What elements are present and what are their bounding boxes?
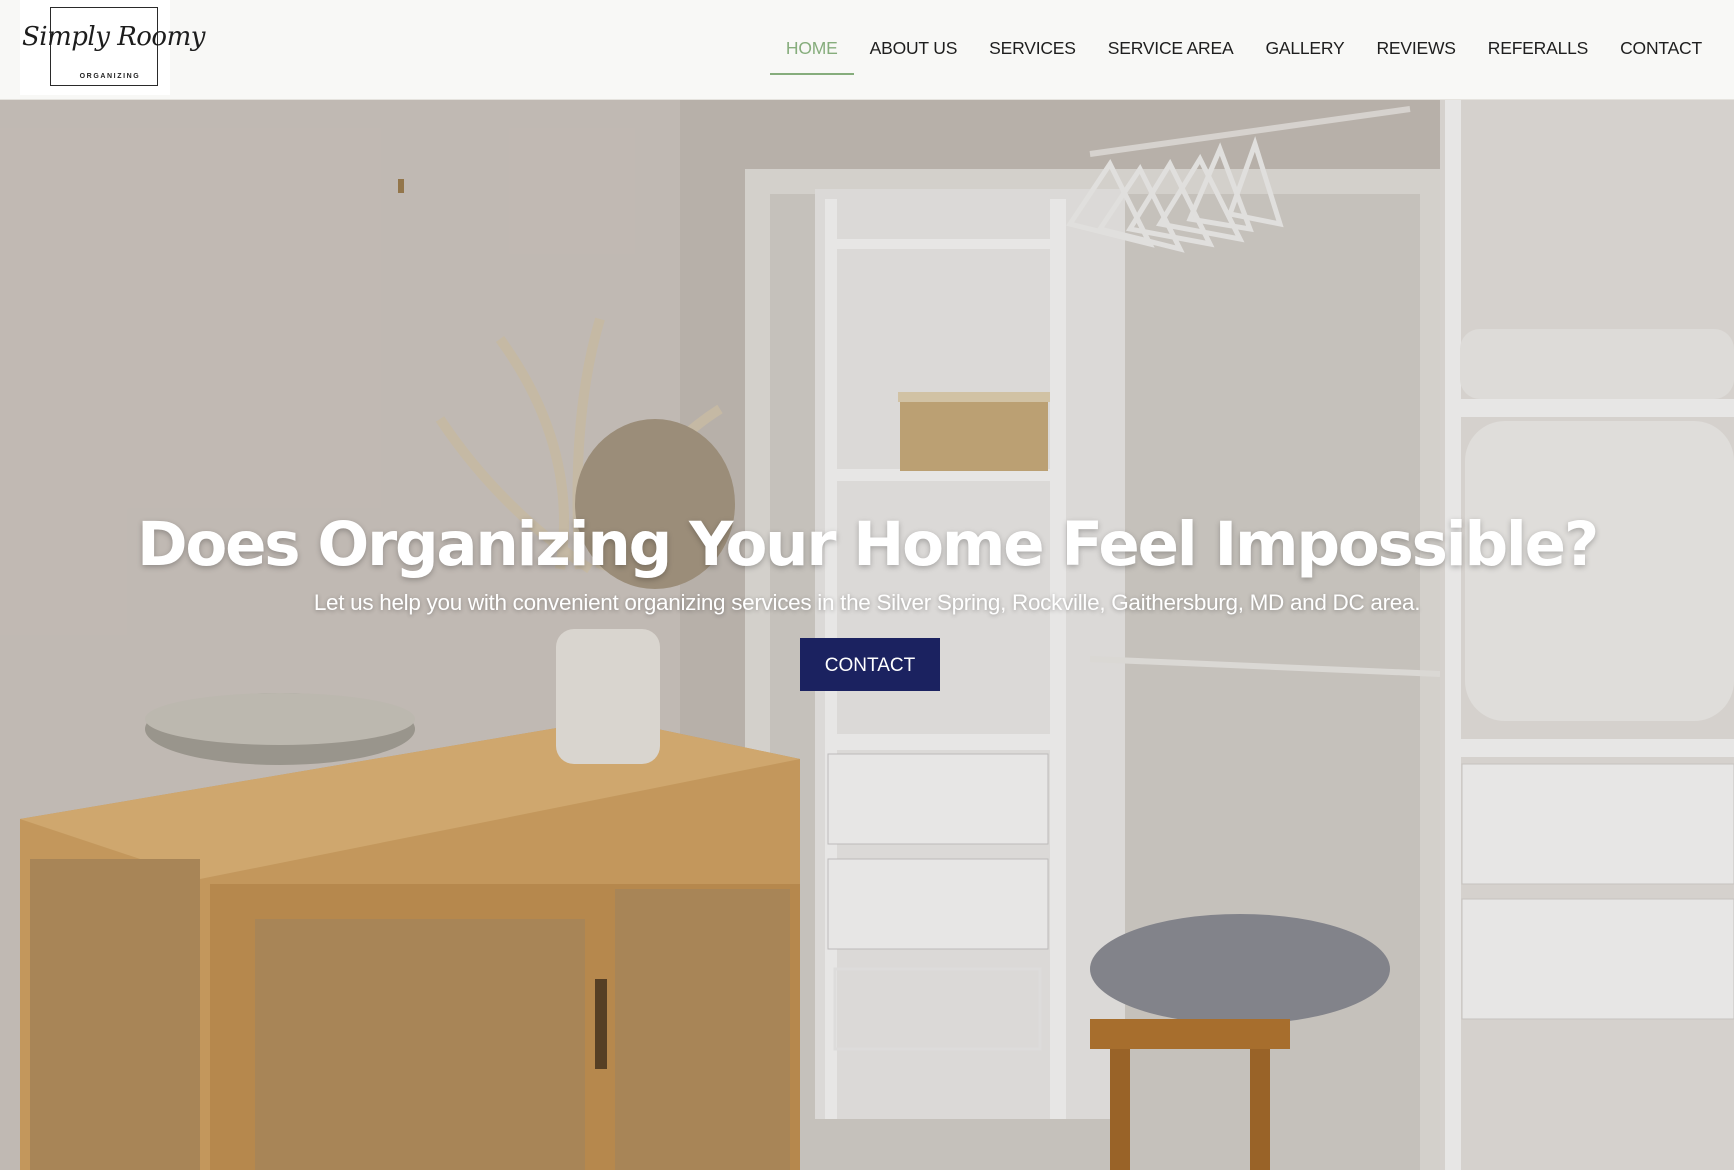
- site-logo[interactable]: Simply Roomy ORGANIZING: [20, 0, 205, 95]
- site-header: Simply Roomy ORGANIZING HOME ABOUT US SE…: [0, 0, 1734, 100]
- nav-item-services[interactable]: SERVICES: [973, 0, 1092, 99]
- hero-section: Does Organizing Your Home Feel Impossibl…: [0, 99, 1734, 1170]
- hero-subtitle: Let us help you with convenient organizi…: [313, 590, 1421, 615]
- nav-item-referalls[interactable]: REFERALLS: [1472, 0, 1604, 99]
- logo-sub-text: ORGANIZING: [75, 73, 145, 80]
- main-nav: HOME ABOUT US SERVICES SERVICE AREA GALL…: [769, 0, 1718, 99]
- nav-item-about-us[interactable]: ABOUT US: [854, 0, 974, 99]
- nav-item-gallery[interactable]: GALLERY: [1249, 0, 1360, 99]
- nav-item-reviews[interactable]: REVIEWS: [1360, 0, 1471, 99]
- hero-overlay: [0, 99, 1734, 1170]
- hero-title: Does Organizing Your Home Feel Impossibl…: [136, 509, 1599, 580]
- logo-script-text: Simply Roomy: [22, 22, 205, 52]
- nav-item-home[interactable]: HOME: [769, 0, 854, 99]
- nav-item-service-area[interactable]: SERVICE AREA: [1092, 0, 1250, 99]
- nav-item-contact[interactable]: CONTACT: [1604, 0, 1718, 99]
- hero-contact-button[interactable]: CONTACT: [800, 638, 940, 691]
